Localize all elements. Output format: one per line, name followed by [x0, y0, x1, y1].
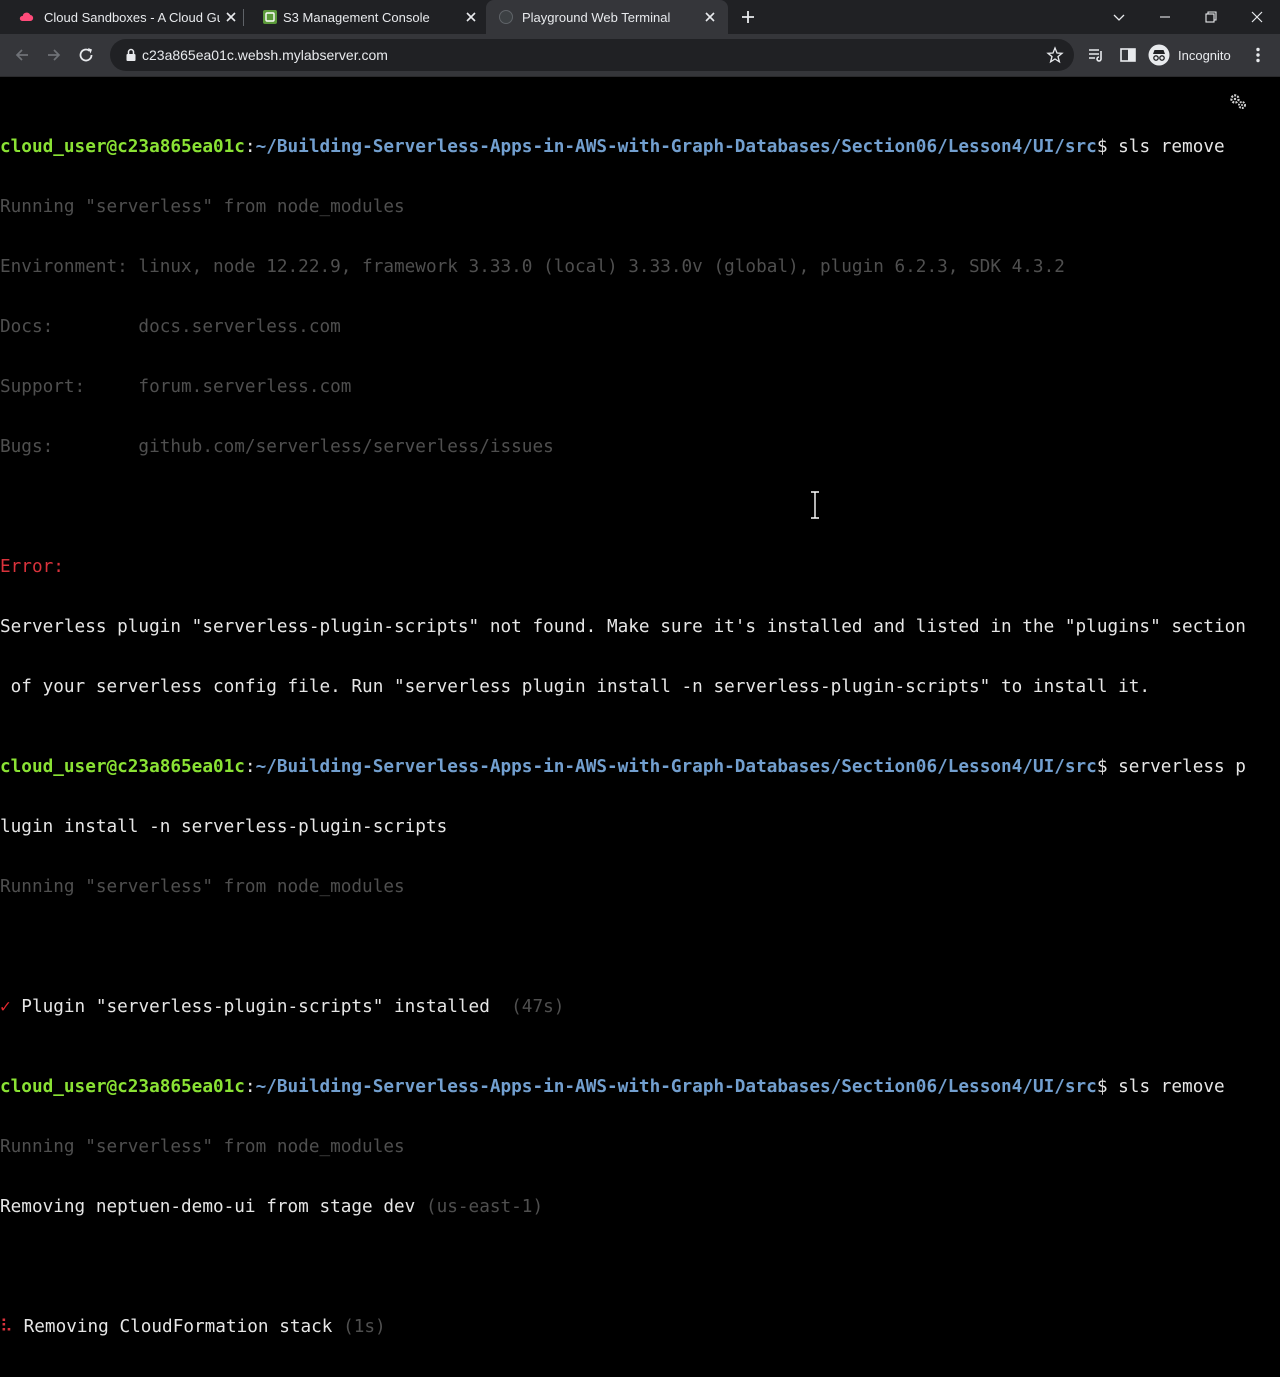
tab-s3-console[interactable]: S3 Management Console: [244, 0, 486, 34]
forward-icon[interactable]: [44, 45, 64, 65]
settings-gear-icon[interactable]: [1228, 93, 1248, 111]
incognito-indicator[interactable]: Incognito: [1148, 44, 1231, 66]
media-queue-icon[interactable]: [1086, 45, 1106, 65]
close-icon[interactable]: [223, 9, 239, 25]
text-cursor-icon: [811, 491, 819, 519]
terminal-prompt-line: cloud_user@c23a865ea01c:~/Building-Serve…: [0, 1077, 1275, 1097]
region-text: (us-east-1): [415, 1197, 544, 1217]
removing-service-line: Removing neptuen-demo-ui from stage dev …: [0, 1197, 1275, 1217]
aws-s3-icon: [263, 10, 277, 24]
tab-playground-terminal[interactable]: Playground Web Terminal: [486, 0, 728, 34]
docs-line: Docs: docs.serverless.com: [0, 317, 341, 337]
prompt-path: ~/Building-Serverless-Apps-in-AWS-with-G…: [255, 137, 1097, 157]
tab-cloud-sandboxes[interactable]: Cloud Sandboxes - A Cloud Guru: [0, 0, 240, 34]
cloud-icon: [19, 12, 34, 22]
support-line: Support: forum.serverless.com: [0, 377, 352, 397]
prompt-user: cloud_user@c23a865ea01c: [0, 137, 245, 157]
tab-title: S3 Management Console: [283, 10, 430, 25]
command-continuation: lugin install -n serverless-plugin-scrip…: [0, 817, 448, 837]
lock-icon[interactable]: [124, 48, 138, 62]
reload-icon[interactable]: [76, 45, 96, 65]
close-window-icon[interactable]: [1247, 7, 1267, 27]
plugin-installed-text: Plugin "serverless-plugin-scripts" insta…: [10, 997, 490, 1017]
spinner-icon: ⠧: [0, 1317, 13, 1337]
prompt-user: cloud_user@c23a865ea01c: [0, 1077, 245, 1097]
command-text: sls remove: [1118, 1077, 1225, 1097]
address-bar[interactable]: c23a865ea01c.websh.mylabserver.com: [110, 39, 1074, 71]
error-label: Error:: [0, 557, 64, 577]
close-icon[interactable]: [463, 9, 479, 25]
removing-stack-text: Removing CloudFormation stack: [12, 1317, 333, 1337]
running-line: Running "serverless" from node_modules: [0, 877, 405, 897]
new-tab-plus-icon[interactable]: [739, 8, 757, 26]
tab-strip: Cloud Sandboxes - A Cloud Guru S3 Manage…: [0, 0, 1280, 34]
prompt-dollar: $: [1096, 1077, 1119, 1097]
tab-title: Playground Web Terminal: [522, 10, 671, 25]
plugin-installed-line: ✓ Plugin "serverless-plugin-scripts" ins…: [0, 997, 1275, 1017]
prompt-user: cloud_user@c23a865ea01c: [0, 757, 245, 777]
terminal-prompt-line: cloud_user@c23a865ea01c:~/Building-Serve…: [0, 757, 1275, 777]
minimize-icon[interactable]: [1155, 7, 1175, 27]
prompt-separator: :: [244, 1077, 256, 1097]
back-icon[interactable]: [12, 45, 32, 65]
error-message-line-2: of your serverless config file. Run "ser…: [0, 677, 1151, 697]
close-icon[interactable]: [702, 9, 718, 25]
terminal-output: cloud_user@c23a865ea01c:~/Building-Serve…: [0, 77, 1275, 1377]
browser-toolbar: c23a865ea01c.websh.mylabserver.com Incog…: [0, 34, 1280, 77]
prompt-dollar: $: [1096, 137, 1119, 157]
bookmark-star-icon[interactable]: [1046, 46, 1064, 64]
stack-elapsed-time: (1s): [332, 1317, 386, 1337]
removing-stack-line: ⠧ Removing CloudFormation stack (1s): [0, 1317, 1275, 1337]
command-text: serverless p: [1118, 757, 1246, 777]
error-message-line-1: Serverless plugin "serverless-plugin-scr…: [0, 617, 1246, 637]
prompt-path: ~/Building-Serverless-Apps-in-AWS-with-G…: [255, 757, 1097, 777]
prompt-path: ~/Building-Serverless-Apps-in-AWS-with-G…: [255, 1077, 1097, 1097]
removing-service-text: Removing neptuen-demo-ui from stage dev: [0, 1197, 416, 1217]
bugs-line: Bugs: github.com/serverless/serverless/i…: [0, 437, 554, 457]
running-line: Running "serverless" from node_modules: [0, 197, 405, 217]
command-text: sls remove: [1118, 137, 1225, 157]
url-text[interactable]: c23a865ea01c.websh.mylabserver.com: [142, 47, 388, 63]
checkmark-icon: ✓: [0, 997, 11, 1017]
plugin-install-time: (47s): [489, 997, 565, 1017]
incognito-label: Incognito: [1178, 47, 1231, 63]
incognito-icon: [1148, 44, 1170, 66]
terminal-prompt-line: cloud_user@c23a865ea01c:~/Building-Serve…: [0, 137, 1275, 157]
side-panel-icon[interactable]: [1118, 45, 1138, 65]
running-line: Running "serverless" from node_modules: [0, 1137, 405, 1157]
web-terminal[interactable]: cloud_user@c23a865ea01c:~/Building-Serve…: [0, 77, 1280, 1337]
globe-icon: [499, 10, 513, 24]
tab-title: Cloud Sandboxes - A Cloud Guru: [44, 10, 220, 25]
environment-line: Environment: linux, node 12.22.9, framew…: [0, 257, 1065, 277]
prompt-separator: :: [244, 757, 256, 777]
more-menu-icon[interactable]: [1248, 45, 1268, 65]
tab-search-chevron-icon[interactable]: [1109, 7, 1129, 27]
restore-icon[interactable]: [1201, 7, 1221, 27]
prompt-dollar: $: [1096, 757, 1119, 777]
prompt-separator: :: [244, 137, 256, 157]
